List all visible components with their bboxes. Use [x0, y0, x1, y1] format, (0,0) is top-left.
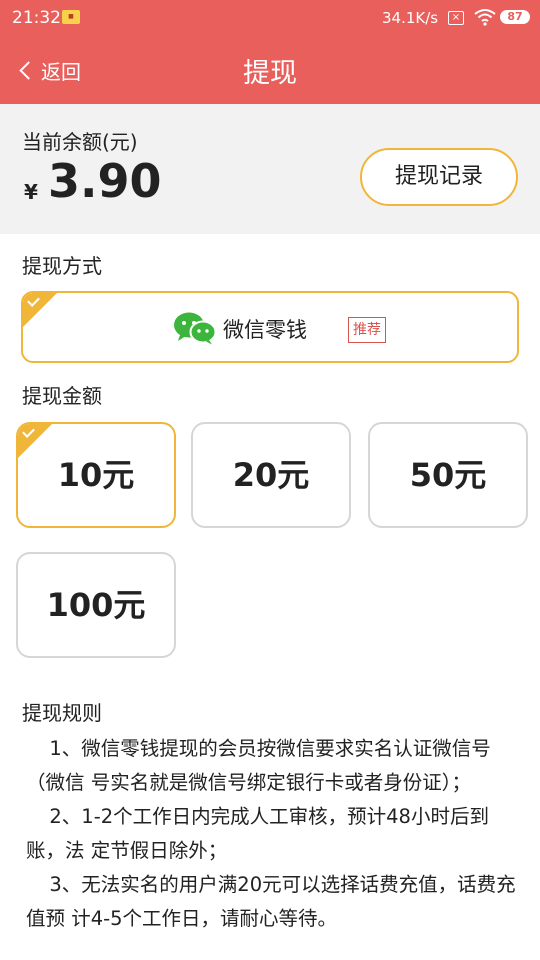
network-speed: 34.1K/s	[382, 9, 439, 27]
no-sim-icon: ×	[448, 11, 464, 25]
recommend-badge: 推荐	[348, 317, 386, 343]
rule-item: 1、微信零钱提现的会员按微信要求实名认证微信号（微信 号实名就是微信号绑定银行卡…	[26, 737, 491, 794]
nav-header: 返回 提现	[0, 36, 540, 104]
amount-option-50[interactable]: 50元	[368, 422, 528, 528]
amount-section-title: 提现金额	[22, 384, 102, 408]
page-title: 提现	[243, 58, 297, 89]
currency-symbol: ¥	[24, 180, 38, 204]
wifi-icon	[474, 8, 496, 30]
wechat-icon	[173, 311, 217, 349]
amount-label: 10元	[57, 456, 135, 494]
balance-label: 当前余额(元)	[22, 130, 138, 154]
rule-item: 3、无法实名的用户满20元可以选择话费充值，话费充值预 计4-5个工作日，请耐心…	[26, 873, 516, 930]
amount-option-20[interactable]: 20元	[191, 422, 351, 528]
amount-label: 100元	[46, 586, 146, 624]
rules-list: 1、微信零钱提现的会员按微信要求实名认证微信号（微信 号实名就是微信号绑定银行卡…	[26, 732, 520, 936]
app-notification-icon: ■	[62, 10, 80, 24]
selected-corner-marker	[18, 424, 52, 458]
amount-label: 50元	[409, 456, 487, 494]
balance-amount: 3.90	[48, 154, 162, 208]
withdraw-record-button[interactable]: 提现记录	[360, 148, 518, 206]
amount-option-100[interactable]: 100元	[16, 552, 176, 658]
rules-title: 提现规则	[22, 701, 102, 725]
balance-panel: 当前余额(元) ¥ 3.90 提现记录	[0, 104, 540, 234]
status-bar: 21:32 ■ 34.1K/s × 87	[0, 0, 540, 36]
method-section-title: 提现方式	[22, 254, 102, 278]
status-time: 21:32	[12, 8, 61, 28]
amount-option-10[interactable]: 10元	[16, 422, 176, 528]
amount-label: 20元	[232, 456, 310, 494]
rule-item: 2、1-2个工作日内完成人工审核，预计48小时后到账，法 定节假日除外；	[26, 805, 489, 862]
method-name: 微信零钱	[223, 318, 307, 342]
battery-indicator: 87	[500, 10, 530, 24]
wechat-method-option[interactable]: 微信零钱 推荐	[21, 291, 519, 363]
selected-corner-marker	[23, 293, 57, 327]
